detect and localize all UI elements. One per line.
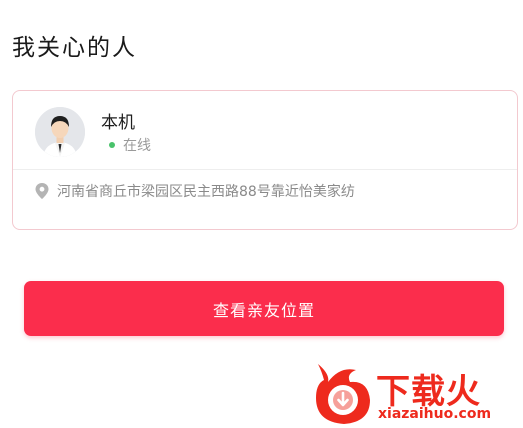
location-pin-icon bbox=[35, 183, 49, 199]
online-dot-icon bbox=[109, 142, 115, 148]
watermark-url: xiazaihuo.com bbox=[378, 406, 492, 422]
view-location-button[interactable]: 查看亲友位置 bbox=[24, 281, 504, 336]
device-card[interactable]: 本机 在线 河南省商丘市梁园区民主西路88号靠近怡美家纺 bbox=[12, 90, 518, 230]
watermark-logo-icon bbox=[316, 364, 370, 424]
status-text: 在线 bbox=[123, 138, 151, 154]
device-name: 本机 bbox=[101, 113, 135, 133]
page: 我关心的人 本机 在线 河南省商丘市梁园区民主西路88号靠近怡美家纺 查看亲友位… bbox=[0, 0, 523, 428]
section-title: 我关心的人 bbox=[12, 35, 137, 61]
watermark: 下载火 xiazaihuo.com bbox=[310, 360, 520, 426]
avatar bbox=[35, 107, 85, 157]
avatar-icon bbox=[35, 107, 85, 157]
online-status: 在线 bbox=[109, 135, 151, 155]
card-divider bbox=[13, 169, 517, 170]
location-text: 河南省商丘市梁园区民主西路88号靠近怡美家纺 bbox=[57, 184, 355, 200]
location-row: 河南省商丘市梁园区民主西路88号靠近怡美家纺 bbox=[35, 181, 355, 201]
